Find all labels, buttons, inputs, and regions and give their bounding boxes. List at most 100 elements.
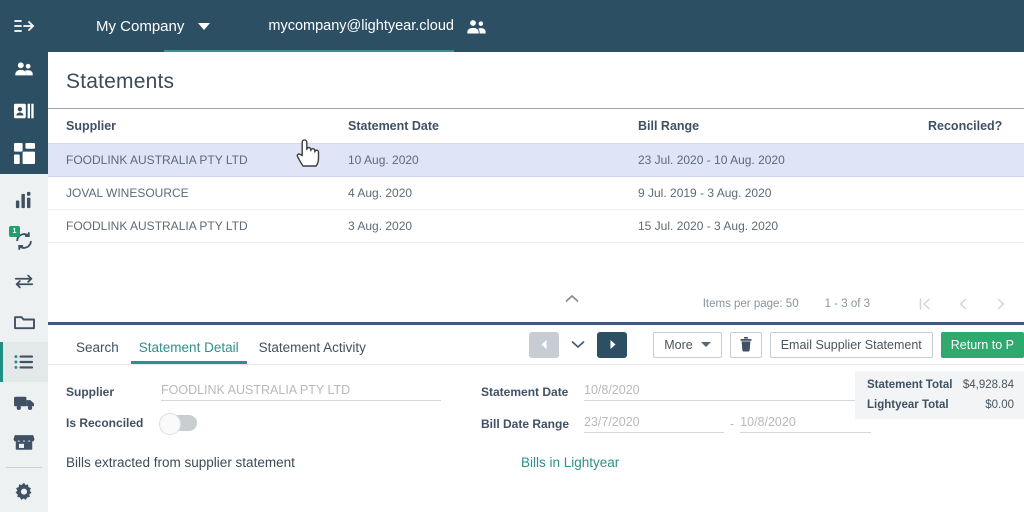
- statement-total-row: Statement Total $4,928.84: [867, 379, 1014, 391]
- people-icon: [467, 19, 486, 33]
- first-page-icon: [919, 297, 930, 310]
- prev-page-button[interactable]: [944, 289, 982, 319]
- tab-search[interactable]: Search: [66, 340, 129, 364]
- sidebar-item-files[interactable]: [0, 301, 48, 341]
- hamburger-collapse-icon: [14, 20, 34, 32]
- email-supplier-statement-button[interactable]: Email Supplier Statement: [769, 331, 933, 358]
- tab-statement-activity[interactable]: Statement Activity: [249, 340, 376, 364]
- account-email: mycompany@lightyear.cloud: [268, 18, 454, 34]
- cell-reconciled: [928, 143, 1024, 177]
- bill-date-range-label: Bill Date Range: [481, 416, 570, 431]
- page-range-label: 1 - 3 of 3: [824, 297, 870, 310]
- cell-reconciled: [928, 209, 1024, 243]
- statement-date-row: Statement Date 10/8/2020: [481, 383, 871, 401]
- sidebar-item-statements[interactable]: [0, 341, 48, 383]
- column-reconciled[interactable]: Reconciled?: [928, 108, 1024, 144]
- chevron-down-icon: [700, 342, 711, 347]
- next-record-button[interactable]: [597, 331, 628, 358]
- sidebar-item-settings[interactable]: [0, 472, 48, 512]
- bills-in-lightyear-heading[interactable]: Bills in Lightyear: [521, 455, 619, 470]
- collapse-panel-button[interactable]: [562, 292, 582, 306]
- grid-icon: [13, 142, 35, 164]
- bill-date-range-row: Bill Date Range 23/7/2020 - 10/8/2020: [481, 415, 872, 433]
- cell-supplier: FOODLINK AUSTRALIA PTY LTD: [48, 143, 348, 177]
- supplier-label: Supplier: [66, 384, 115, 399]
- supplier-input[interactable]: FOODLINK AUSTRALIA PTY LTD: [161, 383, 441, 401]
- bill-date-to-input[interactable]: 10/8/2020: [740, 415, 872, 433]
- delete-button[interactable]: [729, 331, 762, 358]
- table-header: Supplier Statement Date Bill Range Recon…: [48, 108, 1024, 144]
- column-supplier[interactable]: Supplier: [48, 108, 348, 144]
- table-row[interactable]: JOVAL WINESOURCE 4 Aug. 2020 9 Jul. 2019…: [48, 176, 1024, 210]
- sidebar-item-store[interactable]: [0, 422, 48, 462]
- bill-date-from-input[interactable]: 23/7/2020: [584, 415, 724, 433]
- expand-panel-button[interactable]: [567, 340, 589, 349]
- column-bill-range[interactable]: Bill Range: [638, 108, 928, 144]
- lightyear-total-label: Lightyear Total: [867, 398, 949, 411]
- detail-form: Supplier FOODLINK AUSTRALIA PTY LTD Is R…: [48, 365, 1024, 435]
- sidebar-item-dashboard[interactable]: [0, 132, 48, 174]
- arrow-right-icon: [610, 340, 616, 349]
- bar-chart-icon: [15, 191, 30, 208]
- app-root: 1 Statements Supplier Statement Date Bil…: [0, 0, 1024, 512]
- cell-reconciled: [928, 176, 1024, 210]
- detail-toolbar: More Email Supplier Statement Return to …: [529, 331, 1024, 358]
- sidebar-divider: [6, 466, 42, 468]
- table-empty-space: [48, 243, 1024, 286]
- first-page-button[interactable]: [906, 289, 944, 319]
- cell-bill-range: 15 Jul. 2020 - 3 Aug. 2020: [638, 209, 928, 243]
- column-statement-date[interactable]: Statement Date: [348, 108, 638, 144]
- sidebar-item-reports[interactable]: [0, 180, 48, 220]
- gear-icon: [15, 482, 32, 500]
- menu-toggle-button[interactable]: [0, 18, 48, 34]
- statement-total-value: $4,928.84: [962, 378, 1014, 391]
- table-body: FOODLINK AUSTRALIA PTY LTD 10 Aug. 2020 …: [48, 143, 1024, 243]
- sidebar-item-contacts[interactable]: [0, 90, 48, 132]
- form-col-left: Supplier FOODLINK AUSTRALIA PTY LTD Is R…: [66, 383, 441, 435]
- sync-badge: 1: [9, 226, 20, 238]
- chevron-down-icon: [198, 22, 211, 30]
- statement-date-label: Statement Date: [481, 384, 569, 399]
- more-button[interactable]: More: [653, 331, 722, 358]
- store-icon: [13, 435, 35, 451]
- content-panel: Statements Supplier Statement Date Bill …: [48, 52, 1024, 512]
- prev-record-button[interactable]: [529, 331, 560, 358]
- return-to-pending-button[interactable]: Return to P: [940, 331, 1024, 358]
- sidebar: 1: [0, 0, 48, 512]
- cell-supplier: JOVAL WINESOURCE: [48, 176, 348, 210]
- table-row[interactable]: FOODLINK AUSTRALIA PTY LTD 10 Aug. 2020 …: [48, 143, 1024, 177]
- sidebar-item-suppliers[interactable]: [0, 48, 48, 90]
- sidebar-item-deliveries[interactable]: [0, 382, 48, 422]
- statement-detail-panel: Search Statement Detail Statement Activi…: [48, 324, 1024, 512]
- tab-statement-detail[interactable]: Statement Detail: [129, 340, 249, 364]
- cell-statement-date: 10 Aug. 2020: [348, 143, 638, 177]
- trash-icon: [740, 337, 752, 352]
- main-area: Statements Supplier Statement Date Bill …: [48, 0, 1024, 512]
- chevron-left-icon: [959, 298, 967, 309]
- arrows-swap-icon: [14, 274, 34, 289]
- statement-total-label: Statement Total: [867, 378, 953, 391]
- paginator: Items per page: 50 1 - 3 of 3: [48, 286, 1024, 322]
- form-col-right: Statement Date 10/8/2020 Bill Date Range…: [481, 383, 872, 433]
- statements-table-wrap: Supplier Statement Date Bill Range Recon…: [48, 108, 1024, 243]
- table-row[interactable]: FOODLINK AUSTRALIA PTY LTD 3 Aug. 2020 1…: [48, 209, 1024, 243]
- cell-supplier: FOODLINK AUSTRALIA PTY LTD: [48, 209, 348, 243]
- sidebar-item-sync[interactable]: 1: [0, 220, 48, 260]
- supplier-row: Supplier FOODLINK AUSTRALIA PTY LTD: [66, 383, 441, 401]
- sidebar-item-transfers[interactable]: [0, 261, 48, 301]
- chevron-right-icon: [997, 298, 1005, 309]
- items-per-page-label[interactable]: Items per page: 50: [703, 298, 799, 310]
- arrow-left-icon: [541, 340, 547, 349]
- truck-icon: [13, 396, 34, 410]
- lightyear-total-value: $0.00: [985, 398, 1014, 411]
- statement-date-input[interactable]: 10/8/2020: [584, 383, 867, 401]
- account-info[interactable]: mycompany@lightyear.cloud: [268, 18, 487, 35]
- date-range-separator: -: [730, 416, 735, 431]
- is-reconciled-label: Is Reconciled: [66, 415, 144, 430]
- next-page-button[interactable]: [982, 289, 1020, 319]
- statements-table: Supplier Statement Date Bill Range Recon…: [48, 108, 1024, 243]
- folder-icon: [13, 316, 35, 329]
- is-reconciled-toggle[interactable]: [159, 412, 197, 435]
- is-reconciled-row: Is Reconciled: [66, 412, 441, 435]
- company-selector[interactable]: My Company: [96, 18, 211, 35]
